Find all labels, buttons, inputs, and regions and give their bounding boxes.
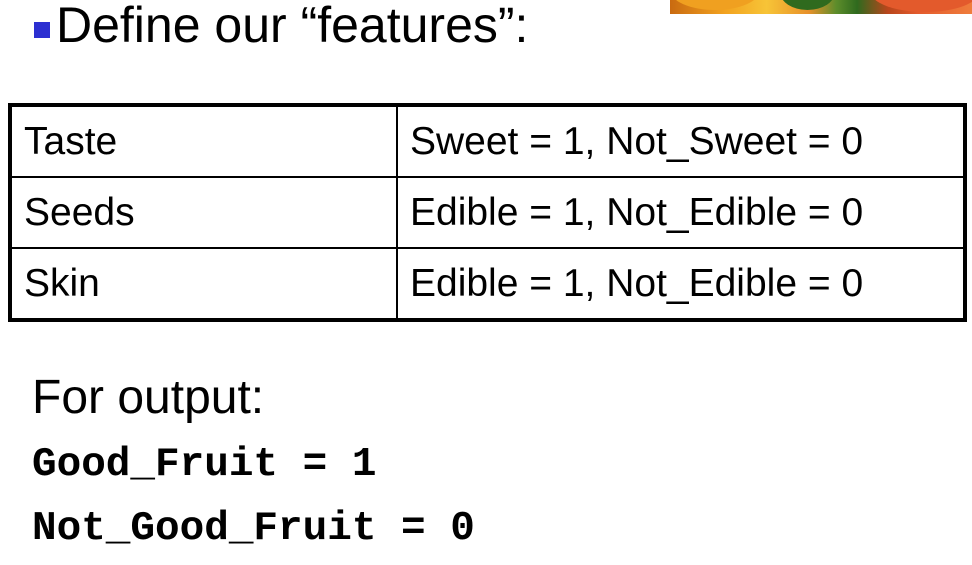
feature-name-cell: Skin (9, 247, 398, 321)
bullet-square-icon (34, 22, 50, 38)
feature-encoding-cell: Sweet = 1, Not_Sweet = 0 (396, 104, 966, 178)
feature-encoding-cell: Edible = 1, Not_Edible = 0 (396, 176, 966, 249)
feature-name-cell: Taste (9, 104, 398, 178)
feature-encoding-cell: Edible = 1, Not_Edible = 0 (396, 247, 966, 321)
table-row: Taste Sweet = 1, Not_Sweet = 0 (9, 104, 966, 178)
features-table: Taste Sweet = 1, Not_Sweet = 0 Seeds Edi… (8, 103, 967, 322)
slide-heading: Define our “features”: (34, 0, 528, 54)
heading-text: Define our “features”: (56, 0, 529, 53)
orange-fruit-shape (670, 0, 760, 10)
table-row: Skin Edible = 1, Not_Edible = 0 (9, 247, 966, 321)
table-row: Seeds Edible = 1, Not_Edible = 0 (9, 176, 966, 249)
red-fruit-shape (870, 0, 972, 12)
output-label: For output: (32, 371, 265, 424)
output-code-line: Not_Good_Fruit = 0 (32, 506, 475, 552)
fruit-photo (670, 0, 972, 14)
green-fruit-shape (780, 0, 835, 10)
output-code-line: Good_Fruit = 1 (32, 442, 377, 488)
feature-name-cell: Seeds (9, 176, 398, 249)
